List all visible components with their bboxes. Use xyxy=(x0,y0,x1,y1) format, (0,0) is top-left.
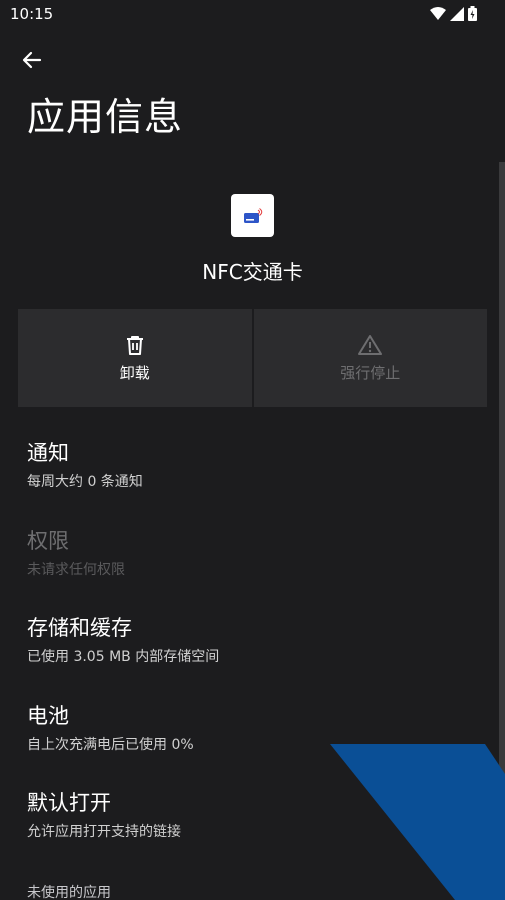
warning-icon xyxy=(358,334,383,355)
storage-cache-item[interactable]: 存储和缓存 已使用 3.05 MB 内部存储空间 xyxy=(27,612,487,666)
trash-icon xyxy=(126,335,143,355)
storage-cache-title: 存储和缓存 xyxy=(27,616,132,640)
app-name: NFC交通卡 xyxy=(202,260,303,284)
app-icon xyxy=(231,194,274,237)
status-time: 10:15 xyxy=(10,5,54,23)
uninstall-button[interactable]: 卸载 xyxy=(18,309,252,407)
nfc-card-icon xyxy=(243,207,262,223)
cellular-signal-icon xyxy=(450,6,464,21)
watermark-logo xyxy=(330,744,505,900)
back-button[interactable] xyxy=(16,44,48,76)
permissions-title: 权限 xyxy=(27,529,69,553)
notifications-item[interactable]: 通知 每周大约 0 条通知 xyxy=(27,437,487,491)
notifications-subtitle: 每周大约 0 条通知 xyxy=(27,474,143,490)
page-title: 应用信息 xyxy=(27,95,184,139)
uninstall-label: 卸载 xyxy=(119,363,150,382)
status-icons xyxy=(430,6,477,21)
battery-icon xyxy=(468,6,477,21)
status-bar: 10:15 xyxy=(0,0,505,30)
battery-title: 电池 xyxy=(27,704,69,728)
unused-apps-section-header: 未使用的应用 xyxy=(27,885,111,900)
storage-cache-subtitle: 已使用 3.05 MB 内部存储空间 xyxy=(27,649,220,665)
notifications-title: 通知 xyxy=(27,441,69,465)
permissions-item[interactable]: 权限 未请求任何权限 xyxy=(27,525,487,579)
wifi-icon xyxy=(430,6,446,20)
force-stop-button[interactable]: 强行停止 xyxy=(253,309,487,407)
permissions-subtitle: 未请求任何权限 xyxy=(27,562,125,578)
action-bar: 卸载 强行停止 xyxy=(18,309,487,407)
arrow-back-icon xyxy=(22,51,42,69)
force-stop-label: 强行停止 xyxy=(340,363,401,382)
